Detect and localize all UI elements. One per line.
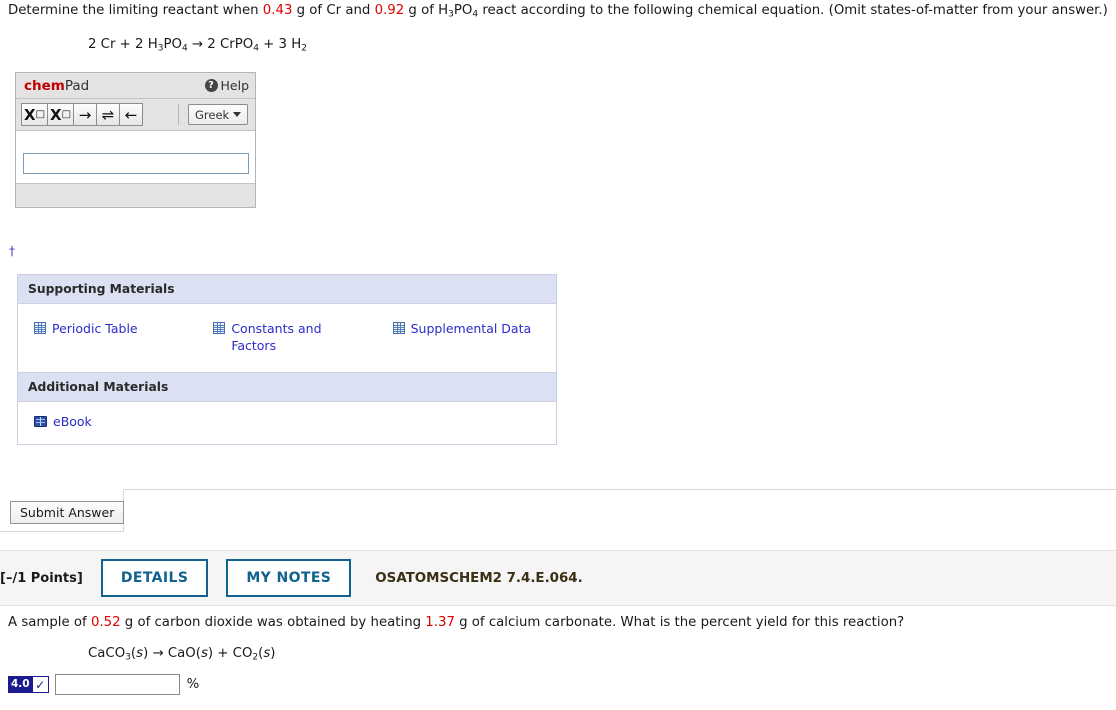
ebook-link[interactable]: eBook [34,413,179,430]
materials-panels: Supporting Materials Periodic Table Cons… [17,274,557,445]
supporting-materials-column: Supplemental Data [377,320,556,354]
highlighted-value: 1.37 [425,615,455,630]
points-bar: [–/1 Points] DETAILS MY NOTES OSATOMSCHE… [0,550,1116,606]
table-grid-icon [34,322,46,334]
supporting-materials-body: Periodic Table Constants and Factors Sup… [18,304,556,372]
text-run: Determine the limiting reactant when [8,3,263,18]
equilibrium-arrow-button[interactable]: ⇌ [96,103,120,126]
chempad-footer [16,184,255,207]
text-run: 2 Cr + 2 H [88,37,158,52]
chempad-title-rest: Pad [64,77,90,94]
supplemental-data-label: Supplemental Data [410,321,532,336]
question-1-equation: 2 Cr + 2 H3PO4 → 2 CrPO4 + 3 H2 [88,36,307,54]
question-1-prompt: Determine the limiting reactant when 0.4… [8,2,1112,20]
toolbar-divider [178,104,179,125]
submit-divider [124,489,1116,490]
text-run: A sample of [8,615,91,630]
periodic-table-label: Periodic Table [52,321,138,336]
text-run: g of calcium carbonate. What is the perc… [454,615,905,630]
text-run: CaCO [88,646,126,661]
greek-dropdown[interactable]: Greek [188,104,249,125]
chempad-title-bold: chem [24,77,65,94]
additional-materials-panel: Additional Materials eBook [17,372,557,445]
highlighted-value: 0.92 [374,3,405,18]
table-grid-icon [213,322,226,334]
left-arrow-button[interactable]: ← [119,103,143,126]
text-run: g of H [404,3,449,18]
chempad-widget: chemPad ? Help X □ X □ → ⇌ ← Greek [15,72,256,208]
text-run: PO [453,3,473,18]
additional-materials-column: eBook [18,413,197,430]
subscript-button[interactable]: X □ [21,103,48,126]
periodic-table-link[interactable]: Periodic Table [34,320,179,337]
percent-unit-label: % [186,677,200,692]
percent-yield-input[interactable] [54,674,180,695]
chempad-title: chemPad [24,78,89,94]
ebook-label: eBook [53,414,92,429]
question-2-prompt: A sample of 0.52 g of carbon dioxide was… [8,614,904,632]
chem-subscript: 2 [301,43,307,54]
chempad-header: chemPad ? Help [16,73,255,99]
chempad-canvas [16,130,255,184]
additional-materials-header: Additional Materials [18,373,556,402]
chempad-answer-input[interactable] [23,153,249,174]
points-label: [–/1 Points] [0,570,83,586]
highlighted-value: 0.52 [90,615,121,630]
chevron-down-icon [233,112,242,117]
assignment-code: OSATOMSCHEM2 7.4.E.064. [375,570,583,586]
footnote-dagger: † [9,244,15,258]
superscript-button[interactable]: X □ [47,103,74,126]
submit-answer-button[interactable]: Submit Answer [10,501,125,524]
additional-materials-body: eBook [18,402,556,444]
text-run: g of carbon dioxide was obtained by heat… [120,615,426,630]
submit-tab-row: Submit Answer [0,489,1116,532]
open-book-icon [34,416,47,427]
chempad-toolbar: X □ X □ → ⇌ ← Greek [16,99,255,130]
text-run: → 2 CrPO [187,37,254,52]
constants-and-factors-link[interactable]: Constants and Factors [213,320,358,354]
text-run: PO [163,37,182,52]
supplemental-data-link[interactable]: Supplemental Data [392,320,538,337]
score-badge: 4.0 ✓ [8,676,49,693]
text-run: react according to the following chemica… [478,3,1108,18]
supporting-materials-panel: Supporting Materials Periodic Table Cons… [17,274,557,372]
text-run: g of Cr and [292,3,375,18]
constants-and-factors-label: Constants and Factors [231,321,322,353]
chempad-help-label: Help [220,78,250,93]
chempad-help-button[interactable]: ? Help [204,78,250,93]
supporting-materials-header: Supporting Materials [18,275,556,304]
table-grid-icon [392,322,405,334]
question-mark-circle-icon: ? [204,79,218,92]
greek-dropdown-label: Greek [195,107,230,122]
check-icon: ✓ [32,676,49,693]
submit-section: Submit Answer [0,489,1116,532]
score-badge-value: 4.0 [8,676,33,693]
highlighted-value: 0.43 [262,3,293,18]
text-run: (s) [258,646,276,661]
question-2-equation: CaCO3(s) → CaO(s) + CO2(s) [88,646,276,662]
question-2-answer-row: 4.0 ✓ % [8,674,199,695]
details-button[interactable]: DETAILS [100,559,209,597]
supporting-materials-column: Periodic Table [18,320,197,354]
text-run: (s) → CaO(s) + CO [130,646,253,661]
text-run: + 3 H [258,37,302,52]
right-arrow-button[interactable]: → [73,103,97,126]
my-notes-button[interactable]: MY NOTES [226,559,352,597]
supporting-materials-column: Constants and Factors [197,320,376,354]
